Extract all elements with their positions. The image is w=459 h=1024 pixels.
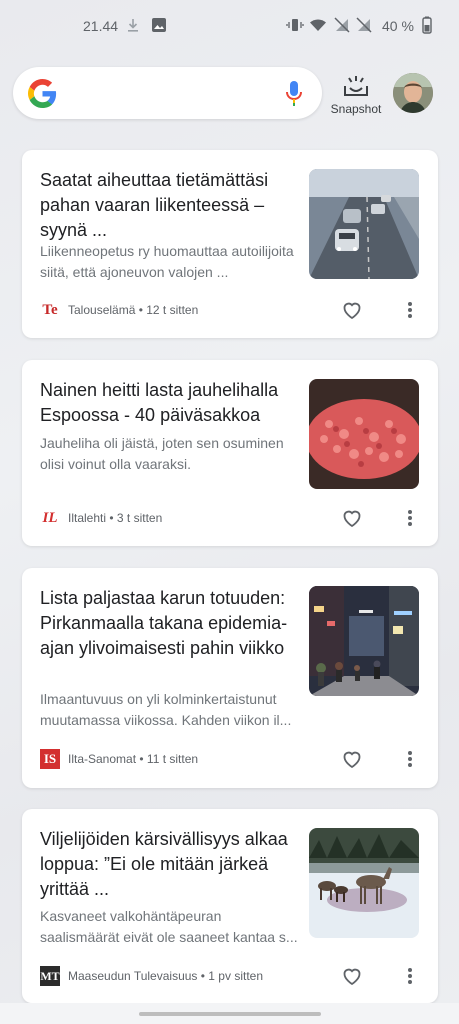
source-name: Ilta-Sanomat xyxy=(68,752,137,766)
minced-meat-photo-image xyxy=(309,379,419,489)
signal-off-icon-2 xyxy=(356,17,372,33)
news-card-snippet: Kasvaneet valkohäntäpeuran saalismäärät … xyxy=(40,908,298,945)
battery-percent: 40 % xyxy=(382,18,414,34)
news-card-source[interactable]: IL Iltalehti • 3 t sitten xyxy=(40,506,340,530)
snapshot-icon xyxy=(344,76,368,96)
heart-icon[interactable] xyxy=(340,506,364,530)
source-logo: Te xyxy=(42,301,58,318)
source-meta: Iltalehti • 3 t sitten xyxy=(68,511,163,525)
source-name: Maaseudun Tulevaisuus xyxy=(68,969,198,983)
news-card-source[interactable]: MT Maaseudun Tulevaisuus • 1 pv sitten xyxy=(40,964,340,988)
news-card-title[interactable]: Saatat aiheuttaa tietämättäsi pahan vaar… xyxy=(40,168,294,243)
status-bar: 21.44 40 % xyxy=(0,0,459,52)
source-name: Talouselämä xyxy=(68,303,136,317)
status-time: 21.44 xyxy=(83,18,119,34)
heart-icon[interactable] xyxy=(340,298,364,322)
more-options-icon[interactable] xyxy=(400,506,420,530)
published-time: 1 pv sitten xyxy=(208,969,263,983)
account-avatar[interactable] xyxy=(393,73,433,113)
snapshot-button[interactable]: Snapshot xyxy=(325,72,387,118)
source-logo: IL xyxy=(42,509,58,526)
signal-off-icon xyxy=(334,17,350,33)
news-card[interactable]: Saatat aiheuttaa tietämättäsi pahan vaar… xyxy=(22,150,438,338)
battery-icon xyxy=(422,16,432,34)
news-card-source[interactable]: Te Talouselämä • 12 t sitten xyxy=(40,298,340,322)
heart-icon[interactable] xyxy=(340,964,364,988)
published-time: 11 t sitten xyxy=(146,752,199,766)
image-icon xyxy=(152,18,166,32)
news-card-snippet: Ilmaantuvuus on yli kolminkertaistunut m… xyxy=(40,691,292,728)
source-meta: Ilta-Sanomat • 11 t sitten xyxy=(68,752,199,766)
news-card-snippet: Jauheliha oli jäistä, joten sen osuminen… xyxy=(40,435,284,472)
source-logo: IS xyxy=(40,749,60,769)
traffic-photo[interactable] xyxy=(309,169,419,279)
google-logo-icon xyxy=(28,79,57,108)
more-options-icon[interactable] xyxy=(400,298,420,322)
vibrate-icon xyxy=(286,19,304,31)
deer-photo[interactable] xyxy=(309,828,419,938)
heart-icon[interactable] xyxy=(340,747,364,771)
published-time: 12 t sitten xyxy=(146,303,199,317)
source-meta: Maaseudun Tulevaisuus • 1 pv sitten xyxy=(68,969,263,983)
gesture-nav-handle[interactable] xyxy=(139,1012,321,1016)
source-logo: MT xyxy=(40,966,60,986)
published-time: 3 t sitten xyxy=(116,511,163,525)
source-meta: Talouselämä • 12 t sitten xyxy=(68,303,199,317)
wifi-icon xyxy=(310,19,326,31)
minced-meat-photo[interactable] xyxy=(309,379,419,489)
street-photo-image xyxy=(309,586,419,696)
search-bar[interactable] xyxy=(13,67,322,119)
traffic-photo-image xyxy=(309,169,419,279)
avatar-image xyxy=(393,73,433,113)
news-card[interactable]: Nainen heitti lasta jauhelihalla Espooss… xyxy=(22,360,438,546)
voice-search-icon[interactable] xyxy=(285,80,303,108)
snapshot-label: Snapshot xyxy=(330,102,382,116)
more-options-icon[interactable] xyxy=(400,964,420,988)
news-card[interactable]: Viljelijöiden kärsivällisyys alkaa loppu… xyxy=(22,809,438,1003)
news-card-title[interactable]: Viljelijöiden kärsivällisyys alkaa loppu… xyxy=(40,827,294,902)
news-card[interactable]: Lista paljastaa karun totuuden: Pirkanma… xyxy=(22,568,438,788)
source-name: Iltalehti xyxy=(68,511,107,525)
street-photo[interactable] xyxy=(309,586,419,696)
news-card-source[interactable]: IS Ilta-Sanomat • 11 t sitten xyxy=(40,747,340,771)
deer-photo-image xyxy=(309,828,419,938)
download-icon xyxy=(128,19,138,32)
more-options-icon[interactable] xyxy=(400,747,420,771)
news-card-snippet: Liikenneopetus ry huomauttaa autoilijoit… xyxy=(40,243,294,280)
news-card-title[interactable]: Lista paljastaa karun totuuden: Pirkanma… xyxy=(40,586,302,661)
news-card-title[interactable]: Nainen heitti lasta jauhelihalla Espooss… xyxy=(40,378,294,428)
